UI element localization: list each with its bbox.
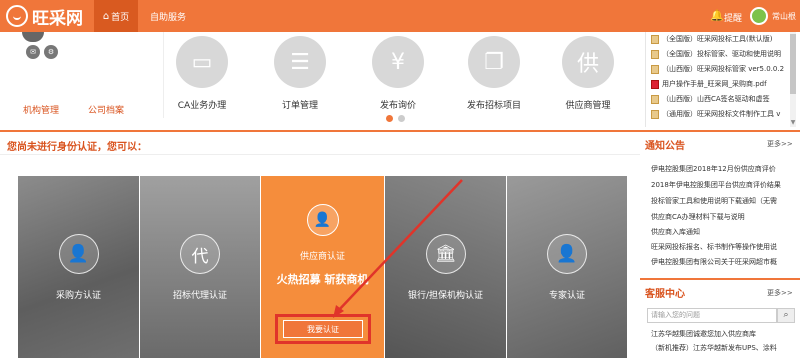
search-icon[interactable]: ⌕ bbox=[777, 308, 795, 323]
announcements-more-link[interactable]: 更多>> bbox=[767, 139, 793, 149]
service-more-link[interactable]: 更多>> bbox=[767, 288, 793, 298]
announcement-item[interactable]: 供应商CA办理材料下载与说明 bbox=[651, 212, 793, 222]
service-item[interactable]: （新机推荐）江苏华越新发布UPS、涂料 bbox=[651, 343, 793, 353]
announcement-item[interactable]: 旺采网投标报名、标书制作等操作使用说 bbox=[651, 242, 793, 252]
question-input[interactable]: 请输入您的问题 bbox=[647, 308, 777, 323]
announcements-title: 通知公告 bbox=[645, 141, 685, 152]
arrow-line bbox=[336, 179, 463, 313]
service-item[interactable]: 江苏华越集团诚邀您加入供应商库 bbox=[651, 329, 793, 339]
service-title: 客服中心 bbox=[645, 289, 685, 300]
announcement-item[interactable]: 投标管家工具和使用说明下载通知（无需 bbox=[651, 196, 793, 206]
announcements-top-line bbox=[640, 130, 800, 132]
announcement-item[interactable]: 2018年伊电控股集团平台供应商评价结果 bbox=[651, 180, 793, 190]
annotation-arrow bbox=[333, 179, 463, 318]
announcement-item[interactable]: 伊电控股集团2018年12月份供应商评价 bbox=[651, 164, 793, 174]
service-top-line bbox=[640, 278, 800, 280]
announcement-item[interactable]: 供应商入库通知 bbox=[651, 227, 793, 237]
announcement-item[interactable]: 伊电控股集团有限公司关于旺采网超市概 bbox=[651, 257, 793, 267]
